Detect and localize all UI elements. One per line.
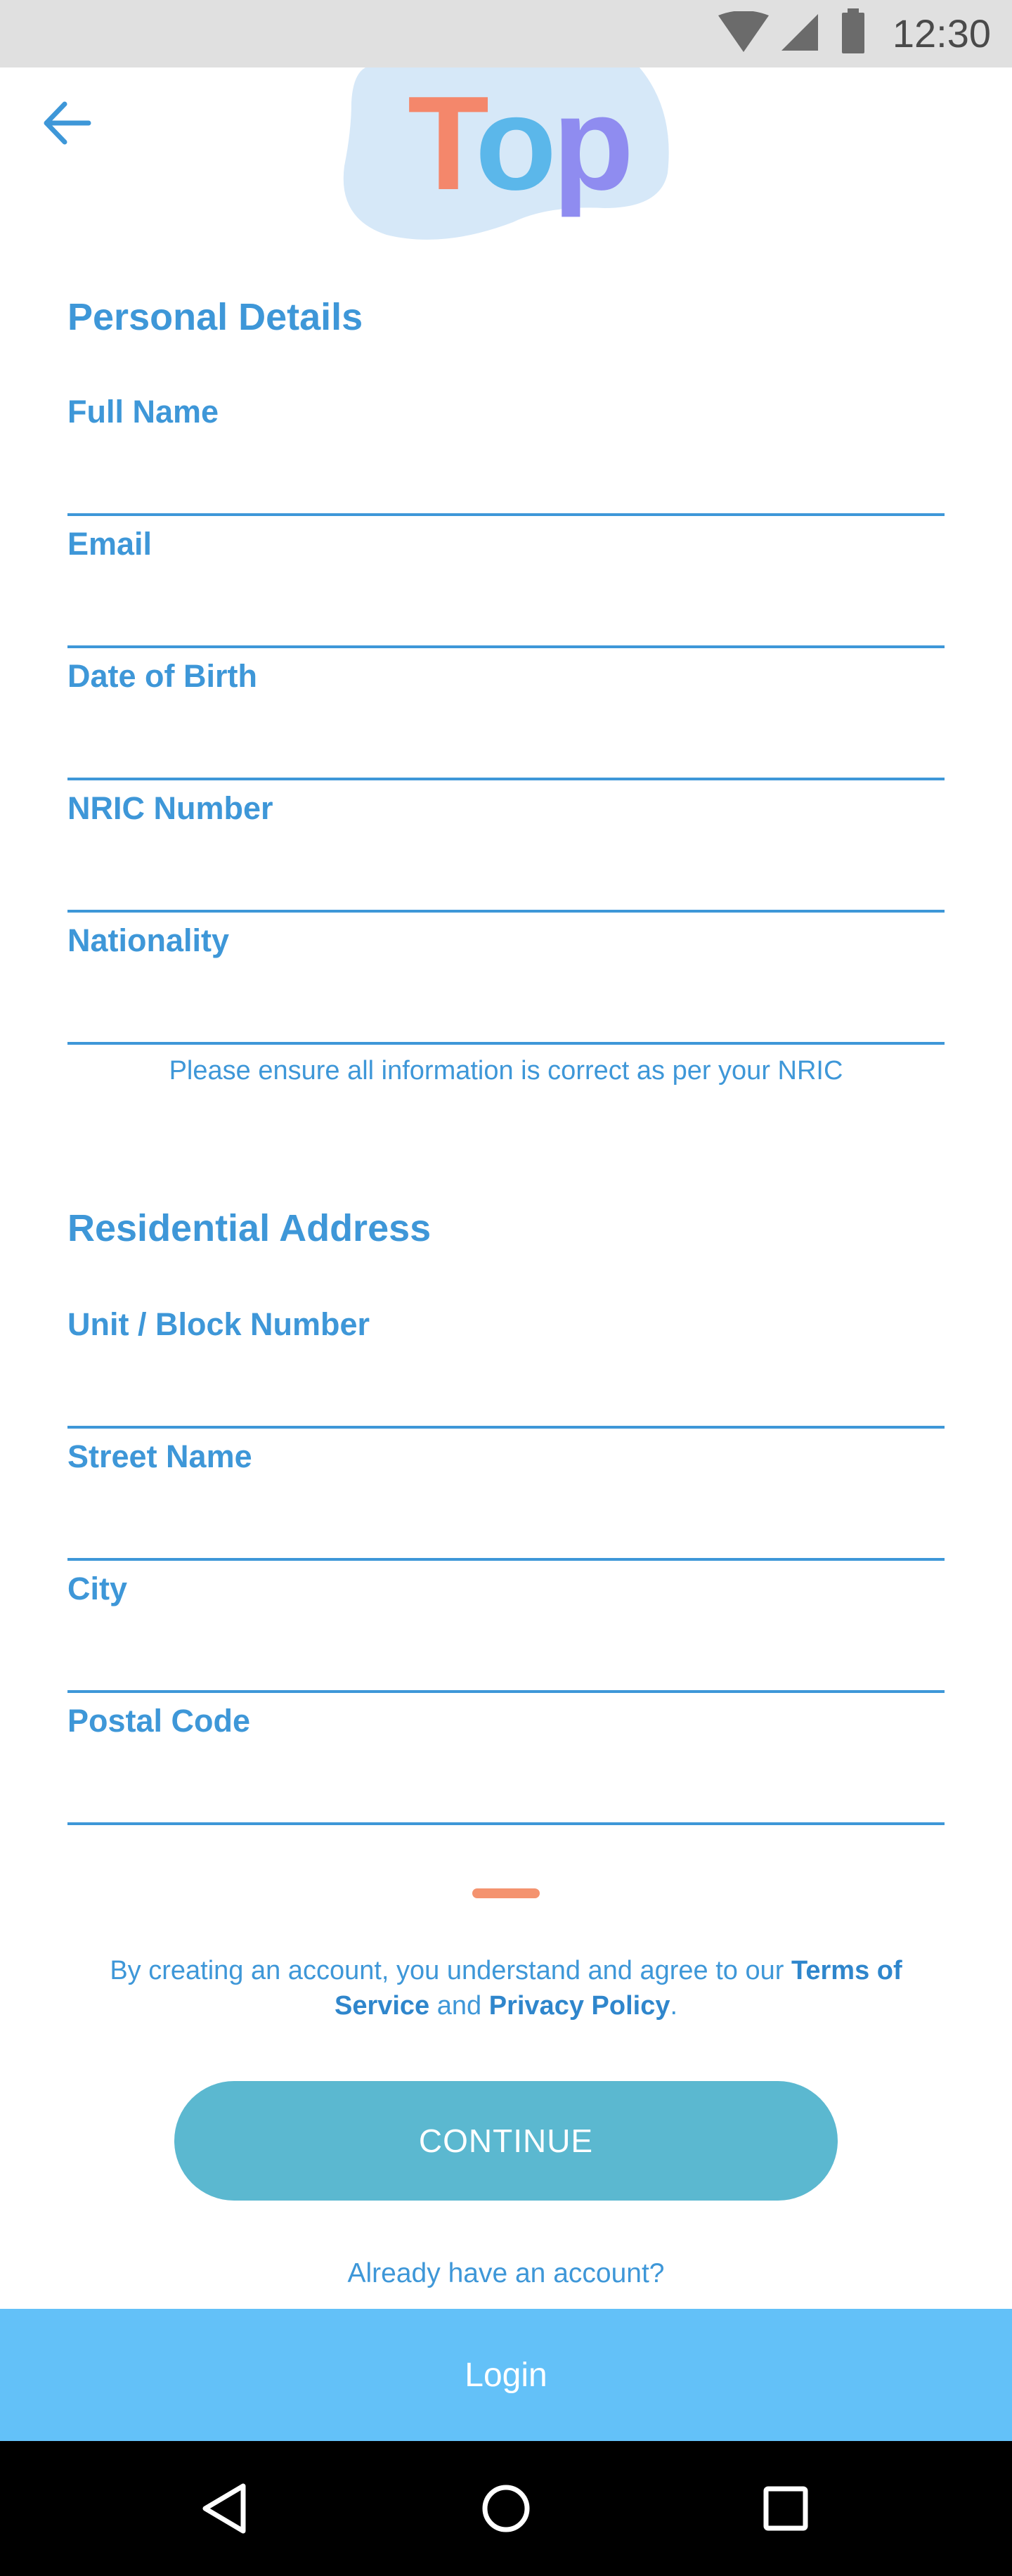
navigation-bar <box>0 2441 1012 2576</box>
continue-button[interactable]: CONTINUE <box>174 2081 838 2201</box>
nav-recents-button[interactable] <box>749 2472 822 2545</box>
terms-suffix: . <box>670 1991 678 2021</box>
nav-recents-icon <box>763 2486 808 2531</box>
logo-text: Top <box>408 69 634 218</box>
nric-number-label: NRIC Number <box>67 790 273 826</box>
unit-block-input[interactable] <box>67 1355 945 1429</box>
full-name-label: Full Name <box>67 394 219 430</box>
arrow-left-icon <box>44 101 91 145</box>
nav-home-button[interactable] <box>469 2472 543 2545</box>
scroll-indicator <box>472 1888 540 1898</box>
postal-code-label: Postal Code <box>67 1703 251 1739</box>
personal-details-title: Personal Details <box>67 296 363 338</box>
nav-back-icon <box>202 2483 246 2534</box>
nationality-input[interactable] <box>67 972 945 1045</box>
postal-code-field[interactable]: Postal Code <box>67 1703 945 1835</box>
already-have-account-text: Already have an account? <box>347 2258 665 2288</box>
residential-address-title: Residential Address <box>67 1207 432 1249</box>
city-input[interactable] <box>67 1620 945 1693</box>
nav-back-button[interactable] <box>190 2472 263 2545</box>
battery-icon <box>842 8 864 53</box>
city-field[interactable]: City <box>67 1571 945 1703</box>
terms-prefix: By creating an account, you understand a… <box>110 1956 791 1985</box>
email-input[interactable] <box>67 575 945 648</box>
street-name-field[interactable]: Street Name <box>67 1438 945 1571</box>
status-bar: 12:30 <box>0 0 1012 67</box>
street-name-label: Street Name <box>67 1438 252 1474</box>
terms-middle: and <box>429 1991 489 2021</box>
date-of-birth-field[interactable]: Date of Birth <box>67 658 945 790</box>
nationality-label: Nationality <box>67 922 230 958</box>
terms-text: By creating an account, you understand a… <box>84 1953 928 2023</box>
city-label: City <box>67 1571 128 1606</box>
full-name-input[interactable] <box>67 443 945 516</box>
nric-number-input[interactable] <box>67 839 945 913</box>
nric-note: Please ensure all information is correct… <box>169 1056 843 1086</box>
back-button[interactable] <box>39 91 96 155</box>
full-name-field[interactable]: Full Name <box>67 394 945 526</box>
status-time: 12:30 <box>892 11 991 56</box>
date-of-birth-label: Date of Birth <box>67 658 257 694</box>
postal-code-input[interactable] <box>67 1752 945 1825</box>
nationality-field[interactable]: Nationality <box>67 922 945 1055</box>
email-field[interactable]: Email <box>67 526 945 658</box>
app-logo: Top <box>337 67 675 243</box>
signal-icon <box>781 14 818 51</box>
privacy-policy-link[interactable]: Privacy Policy <box>489 1991 670 2021</box>
unit-block-field[interactable]: Unit / Block Number <box>67 1306 945 1438</box>
street-name-input[interactable] <box>67 1488 945 1561</box>
nav-home-icon <box>482 2485 530 2532</box>
nric-number-field[interactable]: NRIC Number <box>67 790 945 922</box>
date-of-birth-input[interactable] <box>67 707 945 780</box>
email-label: Email <box>67 526 153 562</box>
unit-block-label: Unit / Block Number <box>67 1306 370 1342</box>
wifi-icon <box>718 11 769 52</box>
login-button[interactable]: Login <box>0 2309 1012 2441</box>
